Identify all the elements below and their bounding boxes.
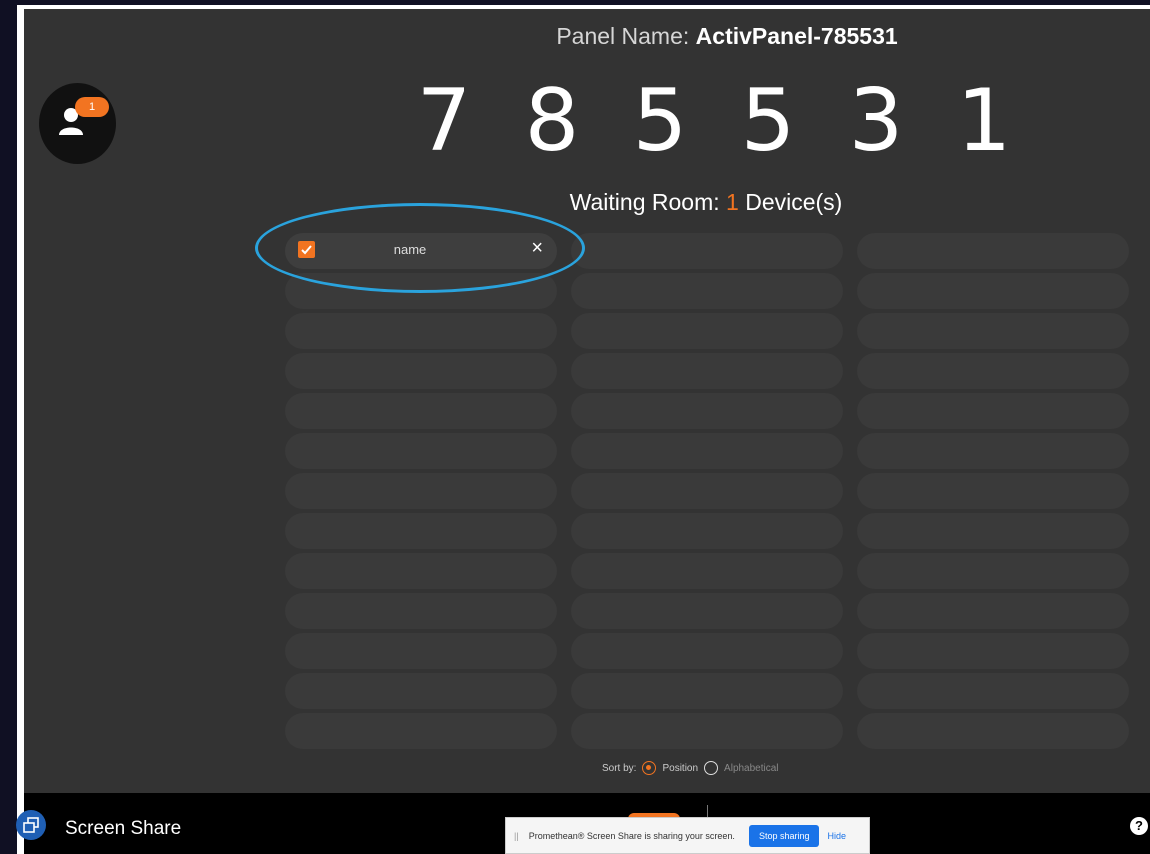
device-slot-empty: [857, 513, 1129, 549]
panel-code: 7 8 5 5 3 1: [404, 71, 1024, 171]
code-digit: 7: [416, 71, 472, 171]
device-slot-empty: [857, 473, 1129, 509]
device-slot-empty: [857, 593, 1129, 629]
device-slot-empty: [571, 273, 843, 309]
screen-share-label[interactable]: Screen Share: [65, 818, 181, 840]
device-slot-empty: [285, 353, 557, 389]
device-grid: name ×: [285, 233, 1131, 749]
code-digit: 1: [956, 71, 1012, 171]
sort-controls: Sort by: Position Alphabetical: [602, 761, 779, 775]
device-slot-empty: [857, 433, 1129, 469]
screen-share-icon[interactable]: [16, 810, 46, 840]
device-slot-empty: [857, 273, 1129, 309]
device-slot-empty: [571, 713, 843, 749]
screen-share-notification: || Promethean® Screen Share is sharing y…: [505, 817, 870, 854]
device-slot-empty: [857, 673, 1129, 709]
device-slot-empty: [285, 593, 557, 629]
device-slot-empty: [285, 513, 557, 549]
hide-link[interactable]: Hide: [827, 831, 846, 841]
panel-name: Panel Name: ActivPanel-785531: [24, 23, 1150, 50]
code-digit: 5: [632, 71, 688, 171]
highlight-ring: [255, 203, 585, 293]
app-window: Panel Name: ActivPanel-785531 7 8 5 5 3 …: [24, 9, 1150, 793]
device-slot-empty: [285, 393, 557, 429]
panel-name-label: Panel Name:: [556, 23, 690, 49]
device-slot-empty: [285, 433, 557, 469]
device-slot-empty: [571, 313, 843, 349]
drag-handle-icon[interactable]: ||: [514, 831, 519, 841]
device-slot-empty: [285, 313, 557, 349]
participants-button[interactable]: 1: [39, 83, 116, 164]
help-icon[interactable]: ?: [1130, 817, 1148, 835]
device-slot-empty: [571, 233, 843, 269]
device-slot-empty: [571, 353, 843, 389]
device-slot-empty: [571, 473, 843, 509]
device-slot-empty: [857, 633, 1129, 669]
sort-label: Sort by:: [602, 762, 637, 774]
share-message: Promethean® Screen Share is sharing your…: [528, 830, 735, 841]
device-slot-empty: [857, 713, 1129, 749]
device-slot-empty: [857, 353, 1129, 389]
device-slot-empty: [571, 633, 843, 669]
device-slot-empty: [857, 313, 1129, 349]
panel-name-value: ActivPanel-785531: [695, 23, 898, 49]
waiting-room-label: Waiting Room:: [569, 189, 720, 215]
device-slot-empty: [857, 393, 1129, 429]
device-slot-empty: [571, 553, 843, 589]
device-slot-empty: [571, 513, 843, 549]
device-slot-empty: [285, 633, 557, 669]
waiting-room-count: 1: [726, 189, 739, 215]
sort-position-radio[interactable]: [642, 761, 657, 775]
device-slot-empty: [571, 433, 843, 469]
device-slot-empty: [857, 553, 1129, 589]
device-slot-empty: [857, 233, 1129, 269]
sort-alphabetical-label[interactable]: Alphabetical: [724, 763, 778, 774]
participants-count-badge: 1: [75, 97, 109, 117]
sort-position-label[interactable]: Position: [662, 763, 698, 774]
code-digit: 3: [848, 71, 904, 171]
waiting-room-suffix: Device(s): [745, 189, 843, 215]
device-slot-empty: [285, 673, 557, 709]
waiting-room-heading: Waiting Room: 1 Device(s): [24, 189, 1150, 216]
code-digit: 5: [740, 71, 796, 171]
stop-sharing-button[interactable]: Stop sharing: [748, 824, 820, 847]
device-slot-empty: [285, 553, 557, 589]
device-slot-empty: [285, 473, 557, 509]
device-slot-empty: [285, 713, 557, 749]
sort-alphabetical-radio[interactable]: [704, 761, 719, 775]
device-slot-empty: [571, 593, 843, 629]
device-slot-empty: [571, 673, 843, 709]
device-slot-empty: [571, 393, 843, 429]
code-digit: 8: [524, 71, 580, 171]
